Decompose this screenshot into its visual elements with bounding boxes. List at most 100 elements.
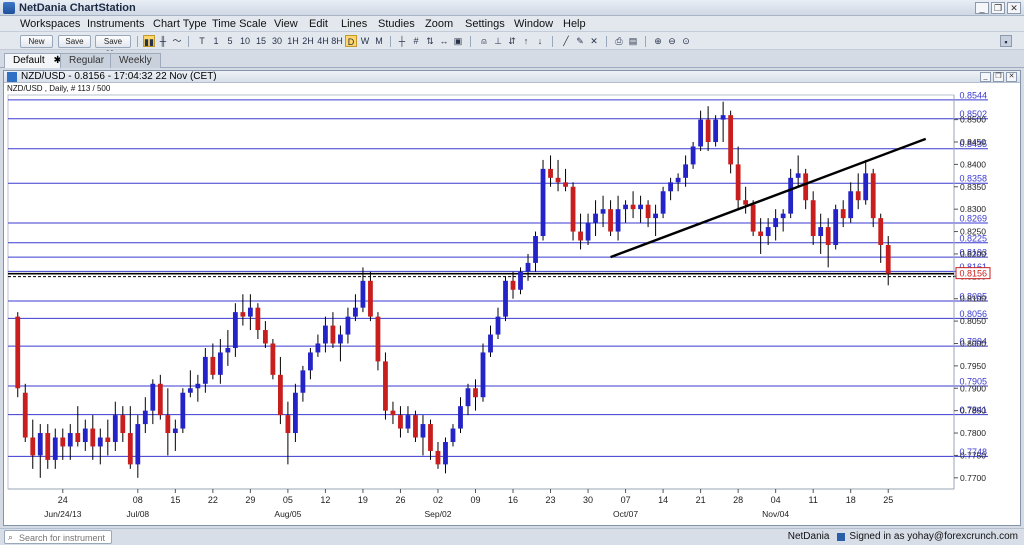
candle-body bbox=[630, 204, 636, 210]
candle-body bbox=[615, 209, 621, 232]
minimize-icon[interactable]: _ bbox=[980, 72, 991, 82]
candle-body bbox=[750, 204, 756, 232]
netdania-logo-icon bbox=[3, 2, 15, 14]
candle-body bbox=[247, 307, 253, 317]
line-chart-icon[interactable]: 〜 bbox=[171, 35, 183, 47]
candle-body bbox=[675, 177, 681, 183]
lock-icon[interactable]: ▣ bbox=[452, 35, 464, 47]
scale-icon[interactable]: ⇅ bbox=[424, 35, 436, 47]
maximize-icon[interactable]: ❐ bbox=[993, 72, 1004, 82]
candle-body bbox=[488, 334, 493, 353]
tab-label: Default bbox=[13, 55, 45, 66]
timeframe-15[interactable]: 15 bbox=[254, 35, 268, 47]
zoom-in-icon[interactable]: ⊕ bbox=[652, 35, 664, 47]
grid-icon[interactable]: # bbox=[410, 35, 422, 47]
export-icon[interactable]: ▤ bbox=[627, 35, 639, 47]
x-date-label: Nov/04 bbox=[762, 509, 789, 519]
save-as-button[interactable]: Save as... bbox=[95, 35, 131, 57]
timeframe-1[interactable]: 1 bbox=[210, 35, 222, 47]
candle-body bbox=[353, 307, 358, 317]
candle-body bbox=[803, 173, 809, 201]
menu-help[interactable]: Help bbox=[563, 18, 586, 30]
candle-body bbox=[863, 173, 869, 201]
candlestick-chart-icon[interactable]: ▮▮ bbox=[143, 35, 155, 47]
pencil-icon[interactable]: ✎ bbox=[574, 35, 586, 47]
menu-zoom[interactable]: Zoom bbox=[425, 18, 453, 30]
restore-icon[interactable]: ❐ bbox=[991, 2, 1005, 14]
close-icon[interactable]: ✕ bbox=[1006, 72, 1017, 82]
marker-icon[interactable]: ⊥ bbox=[492, 35, 504, 47]
toolbar-separator bbox=[552, 36, 553, 47]
timeframe-w[interactable]: W bbox=[359, 35, 371, 47]
menu-chart-type[interactable]: Chart Type bbox=[153, 18, 207, 30]
candle-body bbox=[728, 115, 734, 165]
timeframe-8h[interactable]: 8H bbox=[330, 35, 344, 47]
candle-body bbox=[480, 352, 486, 398]
y-tick-label: 0.8000 bbox=[960, 338, 986, 348]
level-up-icon[interactable]: ↑ bbox=[520, 35, 532, 47]
price-chart[interactable]: 0.85440.85020.84350.83580.82690.82250.81… bbox=[4, 71, 1020, 525]
timeframe-t[interactable]: T bbox=[196, 35, 208, 47]
arrows-icon[interactable]: ⇵ bbox=[506, 35, 518, 47]
timeframe-m[interactable]: M bbox=[373, 35, 385, 47]
crosshair-icon[interactable]: ┼ bbox=[396, 35, 408, 47]
candle-body bbox=[600, 209, 606, 214]
x-tick-label: 02 bbox=[433, 495, 443, 505]
menu-workspaces[interactable]: Workspaces bbox=[20, 18, 80, 30]
close-icon[interactable]: ✕ bbox=[1007, 2, 1021, 14]
menu-edit[interactable]: Edit bbox=[309, 18, 328, 30]
menu-window[interactable]: Window bbox=[514, 18, 553, 30]
x-tick-label: 19 bbox=[358, 495, 368, 505]
timeframe-1h[interactable]: 1H bbox=[286, 35, 300, 47]
instrument-search: ⌕ bbox=[4, 530, 112, 544]
timeframe-10[interactable]: 10 bbox=[238, 35, 252, 47]
timeframe-30[interactable]: 30 bbox=[270, 35, 284, 47]
scroll-icon[interactable]: ↔ bbox=[438, 35, 450, 47]
level-label: 0.8544 bbox=[959, 90, 987, 100]
timeframe-4h[interactable]: 4H bbox=[316, 35, 330, 47]
status-bar: ⌕ NetDania Signed in as yohay@forexcrunc… bbox=[0, 528, 1024, 545]
save-button[interactable]: Save bbox=[58, 35, 91, 48]
delete-drawing-icon[interactable]: ✕ bbox=[588, 35, 600, 47]
level-down-icon[interactable]: ↓ bbox=[534, 35, 546, 47]
candle-body bbox=[150, 383, 156, 411]
menu-time-scale[interactable]: Time Scale bbox=[212, 18, 267, 30]
candle-body bbox=[210, 356, 216, 375]
print-icon[interactable]: ⎙ bbox=[613, 35, 625, 47]
candle-body bbox=[668, 182, 674, 192]
candle-body bbox=[338, 334, 343, 344]
new-button[interactable]: New bbox=[20, 35, 53, 48]
candle-body bbox=[690, 146, 696, 165]
zoom-fit-icon[interactable]: ⊙ bbox=[680, 35, 692, 47]
timeframe-2h[interactable]: 2H bbox=[301, 35, 315, 47]
candle-body bbox=[383, 361, 388, 411]
menu-view[interactable]: View bbox=[274, 18, 298, 30]
candle-body bbox=[525, 262, 531, 272]
candle-body bbox=[30, 437, 36, 456]
current-price-label: 0.8156 bbox=[959, 269, 987, 279]
bell-icon[interactable]: ⍝ bbox=[478, 35, 490, 47]
minimize-icon[interactable]: _ bbox=[975, 2, 989, 14]
candle-body bbox=[458, 406, 463, 429]
tab-regular[interactable]: Regular bbox=[60, 53, 114, 68]
y-tick-label: 0.8400 bbox=[960, 159, 986, 169]
candle-body bbox=[217, 352, 223, 375]
search-input[interactable] bbox=[19, 532, 109, 543]
zoom-out-icon[interactable]: ⊖ bbox=[666, 35, 678, 47]
x-tick-label: 07 bbox=[621, 495, 631, 505]
trendline-icon[interactable]: ╱ bbox=[560, 35, 572, 47]
menu-lines[interactable]: Lines bbox=[341, 18, 367, 30]
timeframe-5[interactable]: 5 bbox=[224, 35, 236, 47]
bar-chart-icon[interactable]: ╫ bbox=[157, 35, 169, 47]
candle-body bbox=[37, 433, 43, 456]
menu-studies[interactable]: Studies bbox=[378, 18, 415, 30]
timeframe-d[interactable]: D bbox=[345, 35, 357, 47]
panel-toggle-icon[interactable]: ▪ bbox=[1000, 35, 1012, 47]
status-right: NetDania Signed in as yohay@forexcrunch.… bbox=[788, 531, 1018, 542]
candle-body bbox=[533, 236, 538, 263]
candle-body bbox=[360, 280, 366, 308]
y-tick-label: 0.8100 bbox=[960, 294, 986, 304]
menu-settings[interactable]: Settings bbox=[465, 18, 505, 30]
menu-instruments[interactable]: Instruments bbox=[87, 18, 144, 30]
tab-weekly[interactable]: Weekly bbox=[110, 53, 161, 68]
